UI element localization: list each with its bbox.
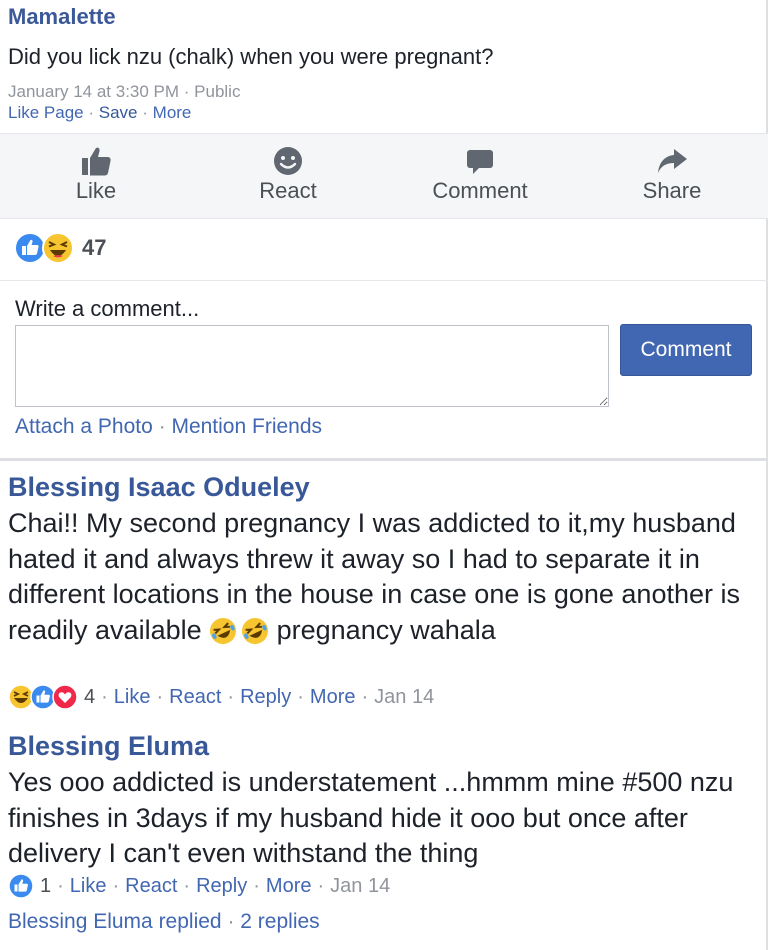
comment-react-link[interactable]: React <box>169 686 221 709</box>
comment-author[interactable]: Blessing Eluma <box>8 731 209 762</box>
reaction-count: 47 <box>82 235 107 260</box>
meta-separator: · <box>179 82 195 101</box>
like-action-label: Like <box>75 178 117 203</box>
like-action-button[interactable]: Like <box>0 134 192 218</box>
more-link[interactable]: More <box>153 103 192 122</box>
comment-reply-link[interactable]: Reply <box>240 686 291 709</box>
post-meta: January 14 at 3:30 PM · Public <box>8 82 240 102</box>
comment-action-button[interactable]: Comment <box>384 134 576 218</box>
save-link[interactable]: Save <box>99 103 138 122</box>
comment-like-link[interactable]: Like <box>114 686 151 709</box>
post-text: Did you lick nzu (chalk) when you were p… <box>8 44 494 69</box>
post-links: Like Page · Save · More <box>8 103 191 123</box>
reactions-summary[interactable]: 47 <box>14 232 106 264</box>
smiley-icon <box>274 147 302 175</box>
comment-reaction-count: 4 <box>84 685 96 708</box>
action-bar: Like React Comment Share <box>0 133 768 219</box>
thumbs-up-icon <box>82 147 111 176</box>
dot-separator: · <box>112 874 120 897</box>
comment-react-link[interactable]: React <box>125 875 177 898</box>
comment-action-label: Comment <box>432 178 528 203</box>
comment-reaction-count: 1 <box>40 874 52 897</box>
rofl-emoji-icon <box>210 618 237 645</box>
react-action-button[interactable]: React <box>192 134 384 218</box>
share-arrow-icon <box>658 149 687 173</box>
comment-meta: 1 · Like · React · Reply · More · Jan 14 <box>8 871 390 901</box>
dot-separator: · <box>297 685 304 708</box>
composer-links: Attach a Photo · Mention Friends <box>15 415 322 439</box>
mention-friends-link[interactable]: Mention Friends <box>171 415 322 438</box>
share-action-button[interactable]: Share <box>576 134 768 218</box>
replied-by-text: Blessing Eluma replied <box>8 910 222 933</box>
attach-photo-link[interactable]: Attach a Photo <box>15 415 153 438</box>
comment-text: Yes ooo addicted is understatement ...hm… <box>8 767 734 868</box>
replies-count: 2 replies <box>240 910 320 933</box>
comment-reply-link[interactable]: Reply <box>196 875 247 898</box>
haha-reaction-icon <box>42 232 74 264</box>
like-reaction-icon <box>8 873 34 899</box>
speech-bubble-icon <box>467 150 493 174</box>
like-page-link[interactable]: Like Page <box>8 103 84 122</box>
dot-separator: · <box>142 103 148 122</box>
share-action-label: Share <box>642 178 702 203</box>
comment-text-part: pregnancy wahala <box>269 614 496 645</box>
dot-separator: · <box>253 874 260 897</box>
dot-separator: · <box>317 874 325 897</box>
dot-separator: · <box>101 685 108 708</box>
divider <box>0 458 768 461</box>
post-date[interactable]: January 14 at 3:30 PM <box>8 82 179 101</box>
comment-submit-button[interactable]: Comment <box>620 324 752 376</box>
comment-input[interactable] <box>15 325 609 407</box>
comment-author[interactable]: Blessing Isaac Odueley <box>8 472 310 503</box>
rofl-emoji-icon <box>242 618 269 645</box>
write-comment-label: Write a comment... <box>15 296 200 321</box>
dot-separator: · <box>183 874 191 897</box>
comment-date[interactable]: Jan 14 <box>374 686 434 709</box>
comment-date[interactable]: Jan 14 <box>330 875 390 898</box>
dot-separator: · <box>156 685 164 708</box>
comment-more-link[interactable]: More <box>266 875 312 898</box>
comment-meta: 4 · Like · React · Reply · More · Jan 14 <box>8 682 434 712</box>
dot-separator: · <box>57 874 64 897</box>
react-action-label: React <box>259 178 317 203</box>
post-author[interactable]: Mamalette <box>8 4 116 30</box>
dot-separator: · <box>227 910 235 933</box>
comment-more-link[interactable]: More <box>310 686 356 709</box>
comment-like-link[interactable]: Like <box>70 875 107 898</box>
dot-separator: · <box>88 103 95 122</box>
comment-text: Chai!! My second pregnancy I was addicte… <box>8 506 764 648</box>
privacy-label: Public <box>194 82 241 101</box>
view-replies-link[interactable]: Blessing Eluma replied · 2 replies <box>8 910 320 934</box>
dot-separator: · <box>227 685 235 708</box>
divider <box>0 280 768 281</box>
dot-separator: · <box>361 685 369 708</box>
love-reaction-icon <box>52 684 78 710</box>
dot-separator: · <box>158 415 166 438</box>
